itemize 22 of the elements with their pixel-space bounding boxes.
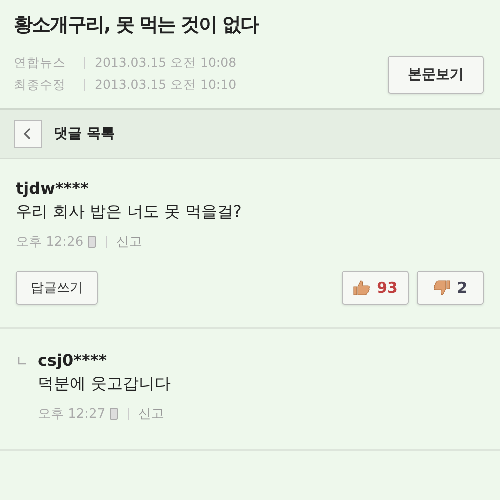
comment-list-title: 댓글 목록 <box>54 125 115 143</box>
back-icon <box>23 128 33 140</box>
comment-time: 오후 12:27 <box>38 406 106 423</box>
comment-text: 덕분에 웃고갑니다 <box>38 374 172 395</box>
thumbs-down-icon <box>433 280 452 296</box>
comment-time: 오후 12:26 <box>16 234 84 251</box>
like-button[interactable]: 93 <box>342 271 409 305</box>
phone-icon <box>88 236 96 248</box>
username: tjdw**** <box>16 179 90 198</box>
thumbs-up-icon <box>353 280 372 296</box>
meta-label: 연합뉴스 <box>14 54 67 72</box>
phone-icon <box>110 408 118 420</box>
article-title: 황소개구리, 못 먹는 것이 없다 <box>14 13 259 38</box>
view-article-button[interactable]: 본문보기 <box>388 56 484 94</box>
meta-date: 2013.03.15 오전 10:08 <box>95 54 237 72</box>
reply-button[interactable]: 답글쓰기 <box>16 271 98 305</box>
username: csj0**** <box>38 351 108 370</box>
meta-label: 최종수정 <box>14 76 67 94</box>
dislike-button[interactable]: 2 <box>417 271 484 305</box>
back-button[interactable] <box>14 120 42 148</box>
meta-date: 2013.03.15 오전 10:10 <box>95 76 237 94</box>
comment-text: 우리 회사 밥은 너도 못 먹을걸? <box>16 202 243 223</box>
